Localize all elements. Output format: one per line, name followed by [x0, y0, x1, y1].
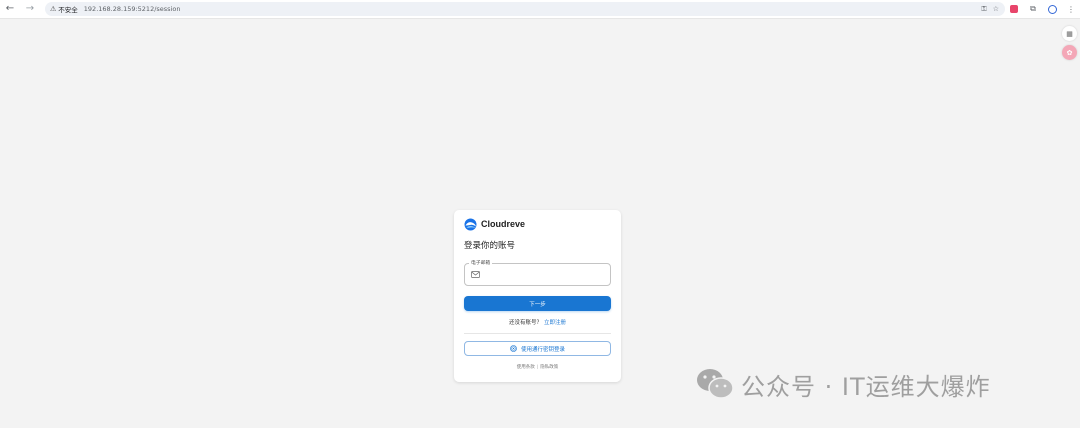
signup-prompt: 还没有账号？ 立即注册	[454, 318, 621, 326]
key-icon[interactable]: ⚿	[981, 5, 986, 14]
footer-separator: |	[536, 365, 539, 370]
email-label: 电子邮箱	[469, 259, 493, 266]
forward-icon[interactable]: →	[23, 2, 37, 16]
wechat-icon	[697, 369, 734, 399]
watermark: 公众号 · IT运维大爆炸	[695, 366, 991, 402]
privacy-link[interactable]: 隐私政策	[540, 365, 558, 370]
mail-icon	[471, 271, 480, 278]
page-title: 登录你的账号	[464, 241, 516, 251]
url-text[interactable]: 192.168.28.159:5212/session	[84, 5, 181, 13]
assistant-icon[interactable]: ✿	[1062, 45, 1077, 60]
next-button[interactable]: 下一步	[464, 296, 611, 311]
passkey-login-button[interactable]: 使用通行密钥登录	[464, 341, 611, 356]
bookmark-star-icon[interactable]: ☆	[993, 5, 999, 13]
divider	[464, 333, 611, 334]
email-field[interactable]: 电子邮箱	[464, 259, 611, 286]
terms-link[interactable]: 使用条款	[517, 365, 535, 370]
footer-links: 使用条款 | 隐私政策	[454, 364, 621, 370]
puzzle-icon[interactable]: ⧉	[1028, 4, 1038, 14]
cloudreve-logo-icon	[464, 218, 477, 230]
brand-name: Cloudreve	[481, 219, 526, 229]
menu-icon[interactable]: ⋮	[1066, 4, 1076, 14]
fingerprint-icon	[510, 345, 517, 352]
passkey-label: 使用通行密钥登录	[520, 346, 565, 353]
address-bar[interactable]: ⚠ 不安全 192.168.28.159:5212/session ⚿ ☆	[45, 2, 1005, 16]
no-account-text: 还没有账号？	[508, 320, 542, 326]
brand: Cloudreve	[464, 217, 525, 231]
login-card: Cloudreve 登录你的账号 电子邮箱 下一步 还没有账号？ 立即注册 使用通…	[454, 210, 621, 382]
register-link[interactable]: 立即注册	[544, 320, 566, 326]
watermark-text: 公众号 · IT运维大爆炸	[741, 372, 991, 401]
browser-toolbar: ← → C ⚠ 不安全 192.168.28.159:5212/session …	[0, 0, 1080, 19]
extension-icon[interactable]	[1009, 4, 1019, 14]
warning-icon: ⚠	[50, 5, 57, 13]
back-icon[interactable]: ←	[3, 2, 17, 16]
qr-icon[interactable]: ▦	[1062, 26, 1077, 41]
security-status[interactable]: 不安全	[58, 4, 78, 14]
email-input[interactable]	[485, 267, 605, 282]
profile-icon[interactable]	[1047, 4, 1057, 14]
